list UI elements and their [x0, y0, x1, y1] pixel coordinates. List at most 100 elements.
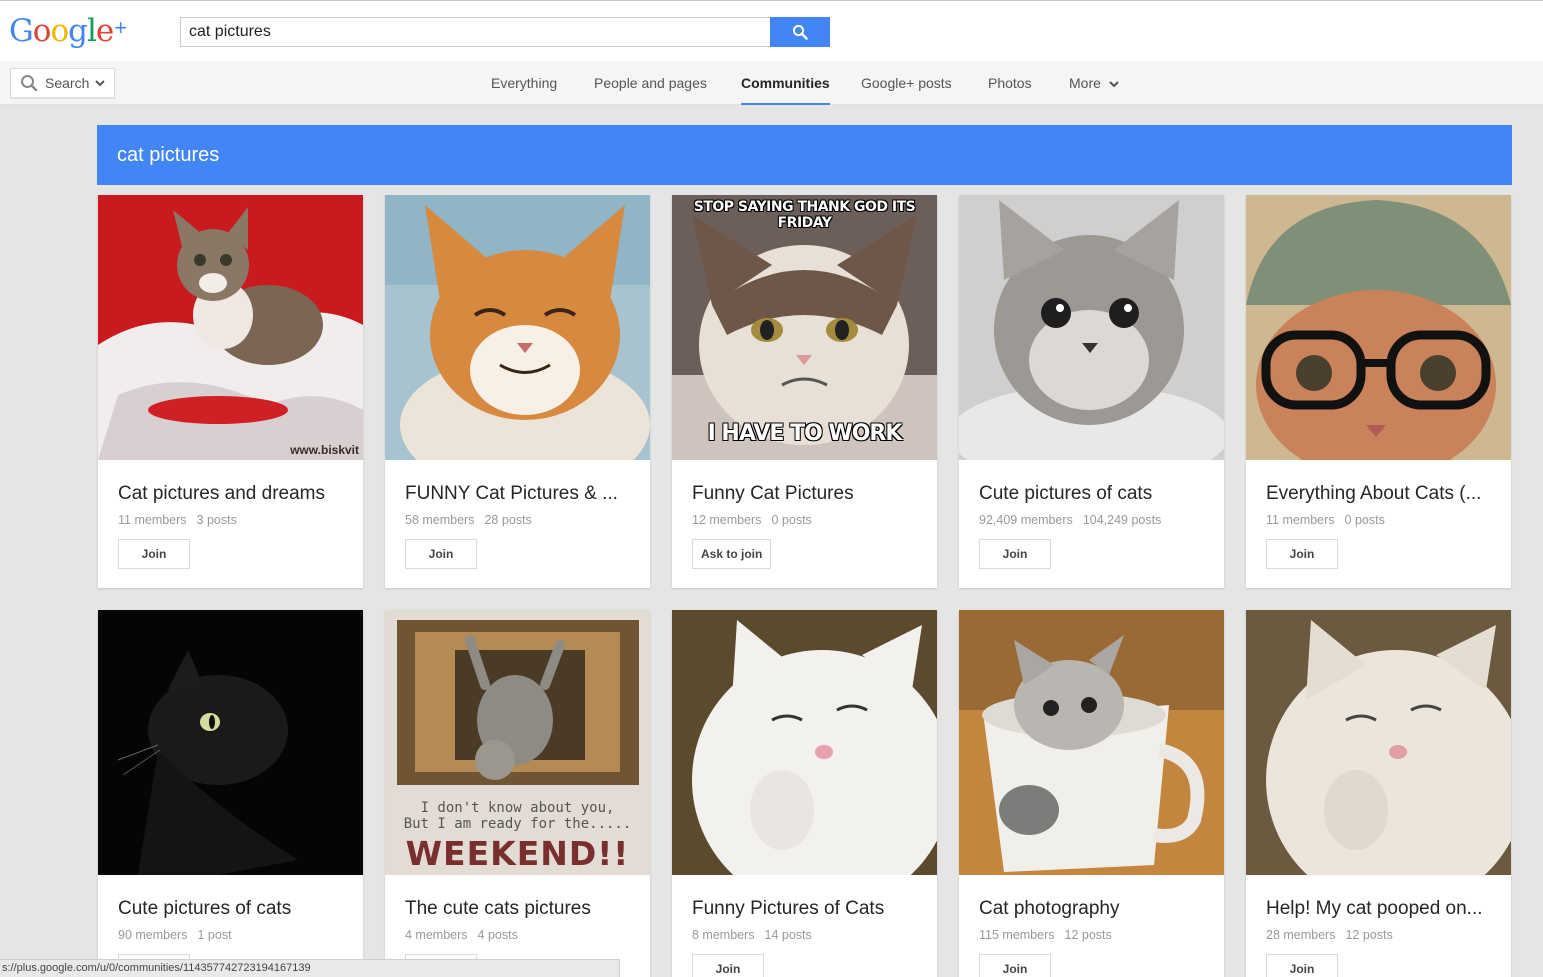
meme-top-caption: STOP SAYING THANK GOD ITS FRIDAY [693, 199, 916, 231]
community-stats: 115 members 12 posts [979, 928, 1112, 942]
join-button[interactable]: Join [979, 954, 1051, 977]
community-title[interactable]: Cat pictures and dreams [118, 483, 348, 505]
logo-plus: + [114, 15, 127, 40]
community-card[interactable]: STOP SAYING THANK GOD ITS FRIDAY I HAVE … [672, 195, 937, 588]
community-stats: 8 members 14 posts [692, 928, 812, 942]
tab-more-label: More [1069, 75, 1101, 91]
join-button[interactable]: Join [979, 539, 1051, 569]
results-heading: cat pictures [97, 125, 1512, 185]
community-title[interactable]: Funny Cat Pictures [692, 483, 922, 505]
community-card[interactable]: www.biskvit Cat pictures and dreams 11 m… [98, 195, 363, 588]
tab-people-and-pages[interactable]: People and pages [594, 75, 707, 105]
image-caption: I don't know about you, But I am ready fo… [385, 800, 650, 832]
member-count: 115 members [979, 928, 1055, 942]
community-stats: 11 members 0 posts [1266, 513, 1385, 527]
member-count: 12 members [692, 513, 762, 527]
community-title[interactable]: Cute pictures of cats [979, 483, 1209, 505]
post-count: 12 posts [1345, 928, 1393, 942]
community-card[interactable]: I don't know about you, But I am ready fo… [385, 610, 650, 977]
chevron-down-icon [95, 79, 106, 86]
community-image[interactable]: STOP SAYING THANK GOD ITS FRIDAY I HAVE … [672, 195, 937, 460]
ask-to-join-button[interactable]: Ask to join [692, 539, 772, 569]
community-title[interactable]: FUNNY Cat Pictures & ... [405, 483, 635, 505]
community-image[interactable]: I don't know about you, But I am ready fo… [385, 610, 650, 875]
post-count: 28 posts [484, 513, 532, 527]
search-button[interactable] [770, 17, 830, 47]
community-image[interactable] [959, 195, 1224, 460]
join-button[interactable]: Join [118, 539, 190, 569]
community-stats: 92,409 members 104,249 posts [979, 513, 1161, 527]
tab-photos[interactable]: Photos [988, 75, 1032, 105]
member-count: 4 members [405, 928, 468, 942]
search-nav-bar: Search Everything People and pages Commu… [0, 61, 1543, 105]
tab-communities[interactable]: Communities [741, 75, 830, 105]
community-title[interactable]: The cute cats pictures [405, 898, 635, 920]
community-stats: 58 members 28 posts [405, 513, 532, 527]
join-button[interactable]: Join [405, 539, 477, 569]
join-button[interactable]: Join [1266, 539, 1338, 569]
community-image[interactable] [1246, 610, 1511, 875]
community-card[interactable]: Funny Pictures of Cats 8 members 14 posts… [672, 610, 937, 977]
community-title[interactable]: Help! My cat pooped on... [1266, 898, 1496, 920]
community-image[interactable] [1246, 195, 1511, 460]
community-image[interactable] [385, 195, 650, 460]
community-stats: 4 members 4 posts [405, 928, 518, 942]
community-stats: 90 members 1 post [118, 928, 232, 942]
tab-more[interactable]: More [1069, 75, 1119, 105]
member-count: 92,409 members [979, 513, 1073, 527]
logo-letter: l [86, 13, 97, 49]
search-dropdown-label: Search [45, 75, 90, 91]
join-button[interactable]: Join [692, 954, 764, 977]
top-bar: Google+ [0, 0, 1543, 61]
post-count: 104,249 posts [1082, 513, 1162, 527]
search-icon [792, 24, 808, 40]
post-count: 14 posts [764, 928, 812, 942]
image-caption-line: But I am ready for the..... [403, 816, 632, 832]
tab-google-plus-posts[interactable]: Google+ posts [861, 75, 952, 105]
meme-bottom-caption: I HAVE TO WORK [707, 421, 903, 446]
post-count: 4 posts [477, 928, 518, 942]
search-dropdown[interactable]: Search [10, 68, 115, 98]
community-image[interactable] [672, 610, 937, 875]
member-count: 90 members [118, 928, 188, 942]
join-button[interactable]: Join [1266, 954, 1338, 977]
community-card[interactable]: Cute pictures of cats 92,409 members 104,… [959, 195, 1224, 588]
member-count: 8 members [692, 928, 755, 942]
community-card[interactable]: Cute pictures of cats 90 members1 post J… [98, 610, 363, 977]
community-card[interactable]: Help! My cat pooped on... 28 members 12 p… [1246, 610, 1511, 977]
community-image[interactable] [959, 610, 1224, 875]
tab-everything[interactable]: Everything [491, 75, 557, 105]
community-stats: 11 members 3 posts [118, 513, 237, 527]
logo-letter: o [32, 13, 52, 49]
community-stats: 12 members 0 posts [692, 513, 812, 527]
community-card[interactable]: Cat photography 115 members 12 posts Join [959, 610, 1224, 977]
post-count: 0 posts [1344, 513, 1385, 527]
search-input[interactable] [180, 17, 770, 47]
community-title[interactable]: Everything About Cats (... [1266, 483, 1496, 505]
search-icon [21, 75, 38, 92]
post-count: 1 post [197, 928, 232, 942]
community-title[interactable]: Cat photography [979, 898, 1209, 920]
logo-letter: g [68, 13, 88, 49]
community-image[interactable]: www.biskvit [98, 195, 363, 460]
member-count: 28 members [1266, 928, 1336, 942]
google-plus-logo[interactable]: Google+ [9, 13, 127, 49]
community-title[interactable]: Funny Pictures of Cats [692, 898, 922, 920]
logo-letter: e [95, 13, 114, 49]
image-watermark: www.biskvit [290, 443, 359, 457]
image-caption-big: WEEKEND!! [405, 834, 630, 873]
community-title[interactable]: Cute pictures of cats [118, 898, 348, 920]
image-caption-line: I don't know about you, [420, 800, 615, 816]
logo-letter: o [50, 13, 69, 49]
logo-letter: G [9, 13, 34, 49]
member-count: 58 members [405, 513, 475, 527]
browser-status-bar: s://plus.google.com/u/0/communities/1143… [0, 959, 620, 977]
community-image[interactable] [98, 610, 363, 875]
post-count: 12 posts [1064, 928, 1112, 942]
chevron-down-icon [1109, 81, 1119, 88]
community-card[interactable]: Everything About Cats (... 11 members 0 p… [1246, 195, 1511, 588]
post-count: 3 posts [196, 513, 237, 527]
community-card[interactable]: FUNNY Cat Pictures & ... 58 members 28 po… [385, 195, 650, 588]
post-count: 0 posts [771, 513, 812, 527]
community-stats: 28 members 12 posts [1266, 928, 1393, 942]
